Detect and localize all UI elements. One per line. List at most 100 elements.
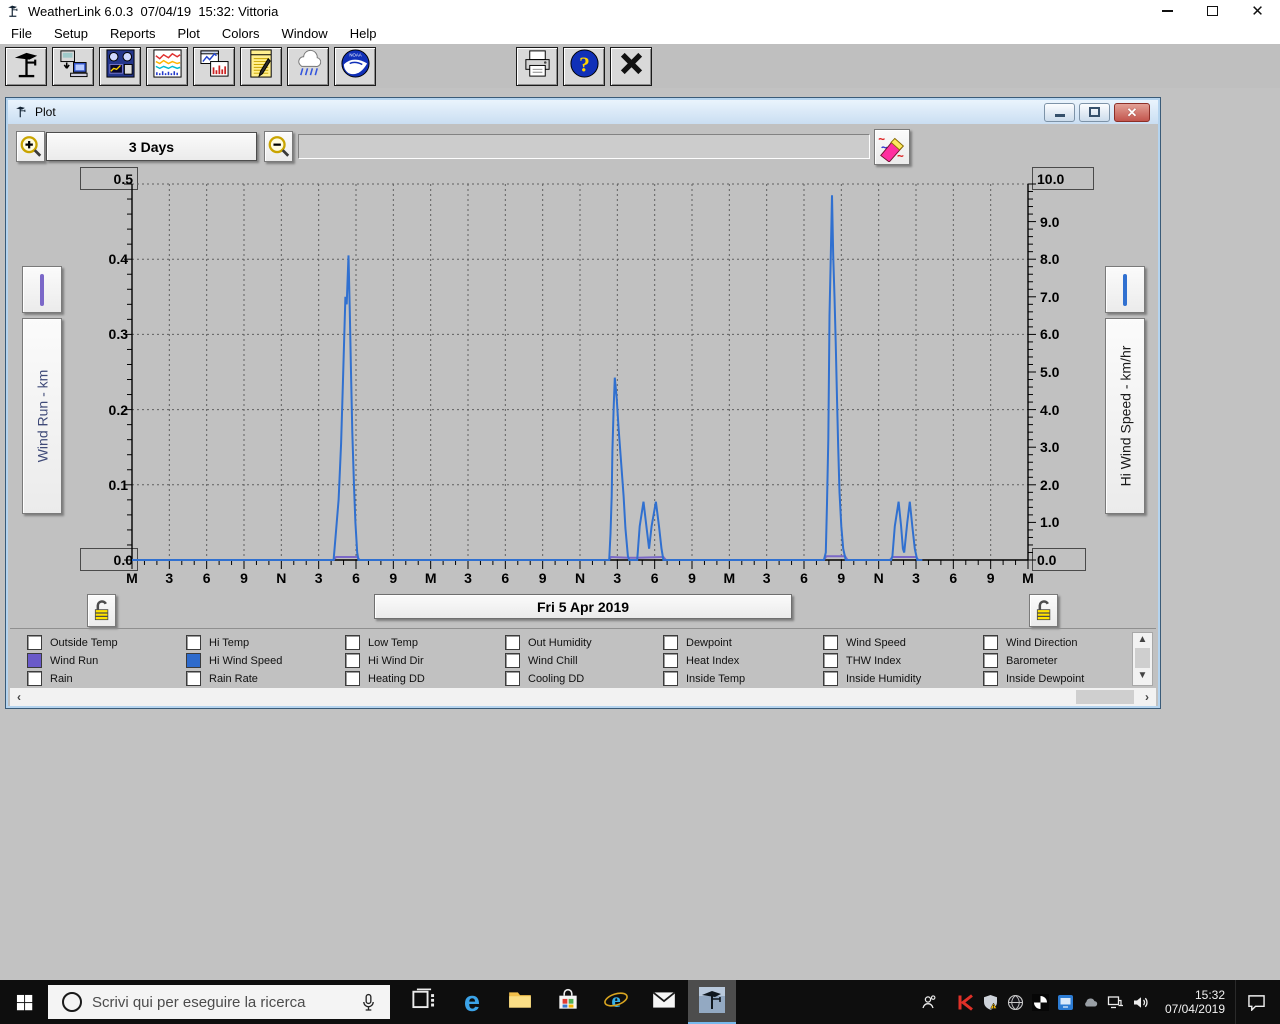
checkbox-box[interactable]: [505, 653, 520, 668]
scroll-up-arrow[interactable]: ▲: [1138, 633, 1148, 647]
checkbox-box[interactable]: [345, 635, 360, 650]
tray-pinwheel-icon[interactable]: [1028, 987, 1053, 1017]
close-button[interactable]: ✕: [1235, 0, 1280, 22]
reports-button[interactable]: [240, 46, 282, 86]
action-center-button[interactable]: [1235, 980, 1276, 1024]
menu-setup[interactable]: Setup: [43, 24, 99, 43]
checkbox-hi-wind-speed[interactable]: Hi Wind Speed: [186, 653, 282, 668]
checkbox-box[interactable]: [983, 635, 998, 650]
checkbox-box[interactable]: [186, 653, 201, 668]
date-label-box[interactable]: Fri 5 Apr 2019: [374, 594, 792, 619]
maximize-button[interactable]: [1190, 0, 1235, 22]
close-button[interactable]: [610, 46, 652, 86]
plot-minimize-button[interactable]: [1044, 102, 1075, 122]
checkbox-box[interactable]: [663, 635, 678, 650]
checkbox-box[interactable]: [505, 671, 520, 686]
scroll-left-arrow[interactable]: ‹: [10, 690, 28, 704]
checkbox-heat-index[interactable]: Heat Index: [663, 653, 739, 668]
tray-remote-app-icon[interactable]: [1053, 987, 1078, 1017]
checkbox-out-humidity[interactable]: Out Humidity: [505, 635, 592, 650]
scrollbar-thumb[interactable]: [1076, 690, 1134, 704]
taskbar-store-button[interactable]: [544, 980, 592, 1024]
scroll-down-arrow[interactable]: ▼: [1138, 669, 1148, 683]
tray-network-icon[interactable]: [1103, 987, 1128, 1017]
checkbox-box[interactable]: [27, 671, 42, 686]
checkbox-dewpoint[interactable]: Dewpoint: [663, 635, 732, 650]
checkbox-hi-wind-dir[interactable]: Hi Wind Dir: [345, 653, 424, 668]
checkbox-inside-temp[interactable]: Inside Temp: [663, 671, 745, 686]
right-axis-title-panel[interactable]: Hi Wind Speed - km/hr: [1105, 318, 1145, 514]
taskbar-weatherlink-button[interactable]: [688, 980, 736, 1024]
plot-horizontal-scrollbar[interactable]: ‹ ›: [10, 688, 1156, 706]
checkbox-box[interactable]: [823, 635, 838, 650]
checkbox-barometer[interactable]: Barometer: [983, 653, 1057, 668]
right-axis-max-box[interactable]: 10.0: [1032, 167, 1094, 190]
checkbox-box[interactable]: [345, 671, 360, 686]
checkbox-thw-index[interactable]: THW Index: [823, 653, 901, 668]
taskbar-file-explorer-button[interactable]: [496, 980, 544, 1024]
menu-window[interactable]: Window: [270, 24, 338, 43]
checkbox-wind-speed[interactable]: Wind Speed: [823, 635, 906, 650]
scroll-right-arrow[interactable]: ›: [1138, 690, 1156, 704]
checkbox-low-temp[interactable]: Low Temp: [345, 635, 418, 650]
taskbar-task-view-button[interactable]: [400, 980, 448, 1024]
taskbar-clock[interactable]: 15:32 07/04/2019: [1165, 988, 1225, 1016]
plot-button[interactable]: [193, 46, 235, 86]
taskbar-edge-button[interactable]: e: [448, 980, 496, 1024]
taskbar-internet-explorer-button[interactable]: e: [592, 980, 640, 1024]
menu-help[interactable]: Help: [339, 24, 388, 43]
tray-defender-icon[interactable]: [978, 987, 1003, 1017]
tray-kaspersky-icon[interactable]: [953, 987, 978, 1017]
start-button[interactable]: [0, 980, 48, 1024]
scrollbar-thumb[interactable]: [1135, 648, 1150, 668]
checkbox-box[interactable]: [823, 653, 838, 668]
checkbox-hi-temp[interactable]: Hi Temp: [186, 635, 249, 650]
bulletin-button[interactable]: [99, 46, 141, 86]
checkbox-inside-dewpoint[interactable]: Inside Dewpoint: [983, 671, 1084, 686]
tray-volume-icon[interactable]: [1128, 987, 1153, 1017]
taskbar-search-input[interactable]: Scrivi qui per eseguire la ricerca: [48, 985, 390, 1019]
plot-close-button[interactable]: ✕: [1114, 102, 1150, 122]
checkbox-cooling-dd[interactable]: Cooling DD: [505, 671, 584, 686]
checkbox-box[interactable]: [186, 635, 201, 650]
tray-globe-icon[interactable]: [1003, 987, 1028, 1017]
menu-file[interactable]: File: [0, 24, 43, 43]
checkbox-box[interactable]: [983, 653, 998, 668]
time-range-button[interactable]: 3 Days: [46, 132, 257, 161]
taskbar-mail-button[interactable]: [640, 980, 688, 1024]
noaa-button[interactable]: NOAA: [334, 46, 376, 86]
zoom-out-button[interactable]: [264, 131, 293, 162]
menu-reports[interactable]: Reports: [99, 24, 167, 43]
plot-restore-button[interactable]: [1079, 102, 1110, 122]
checkbox-wind-chill[interactable]: Wind Chill: [505, 653, 578, 668]
plot-window-titlebar[interactable]: Plot ✕: [8, 100, 1158, 124]
checkbox-wind-direction[interactable]: Wind Direction: [983, 635, 1078, 650]
checkbox-outside-temp[interactable]: Outside Temp: [27, 635, 118, 650]
left-axis-title-panel[interactable]: Wind Run - km: [22, 318, 62, 514]
checkbox-box[interactable]: [823, 671, 838, 686]
menu-plot[interactable]: Plot: [166, 24, 210, 43]
tray-people-icon[interactable]: [916, 987, 941, 1017]
checkbox-box[interactable]: [663, 671, 678, 686]
checkbox-inside-humidity[interactable]: Inside Humidity: [823, 671, 921, 686]
rain-button[interactable]: [287, 46, 329, 86]
checkbox-box[interactable]: [505, 635, 520, 650]
checkbox-box[interactable]: [186, 671, 201, 686]
strip-chart-button[interactable]: [146, 46, 188, 86]
wind-run-color-sample-button[interactable]: [22, 266, 62, 313]
right-axis-min-box[interactable]: 0.0: [1032, 548, 1086, 571]
hi-wind-speed-color-sample-button[interactable]: [1105, 266, 1145, 313]
tray-onedrive-icon[interactable]: [1078, 987, 1103, 1017]
checkbox-heating-dd[interactable]: Heating DD: [345, 671, 425, 686]
checkbox-box[interactable]: [345, 653, 360, 668]
right-axis-lock-button[interactable]: [1029, 594, 1058, 627]
time-scrollbar-trough[interactable]: [298, 134, 870, 159]
station-button[interactable]: [5, 46, 47, 86]
erase-plot-button[interactable]: [874, 129, 910, 165]
left-axis-lock-button[interactable]: [87, 594, 116, 627]
checkbox-box[interactable]: [27, 635, 42, 650]
help-button[interactable]: ?: [563, 46, 605, 86]
minimize-button[interactable]: [1145, 0, 1190, 22]
checkbox-box[interactable]: [983, 671, 998, 686]
print-button[interactable]: [516, 46, 558, 86]
